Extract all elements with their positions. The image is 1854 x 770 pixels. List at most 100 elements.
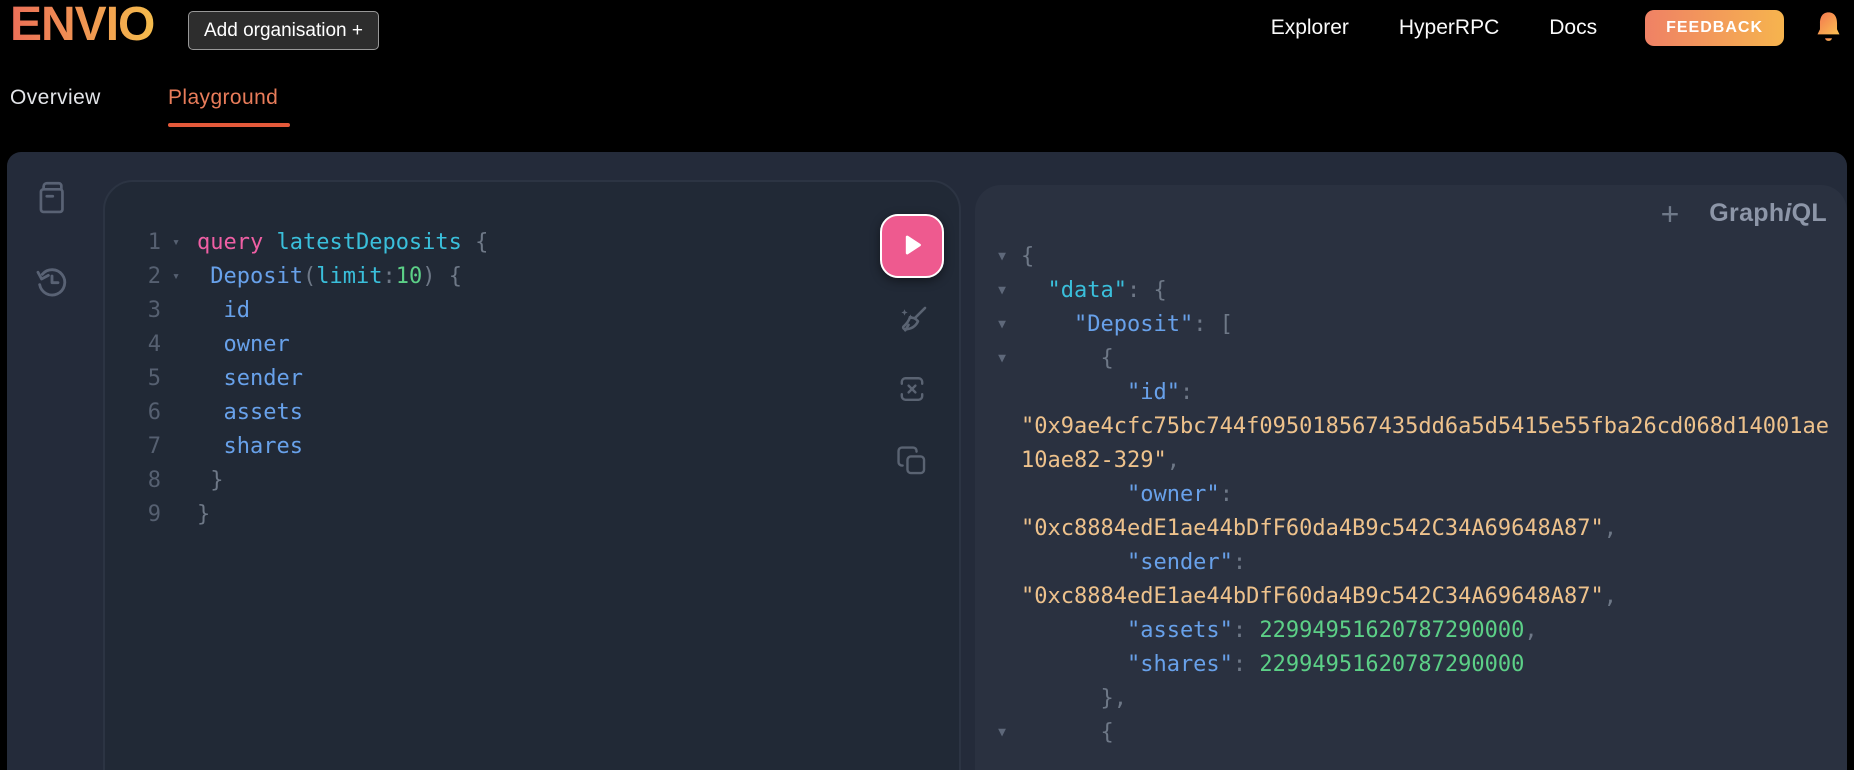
fold-arrow-icon	[989, 444, 1015, 478]
code-text: sender	[223, 366, 303, 391]
docs-explorer-button[interactable]	[33, 178, 71, 218]
fold-arrow-icon	[161, 294, 191, 328]
response-header: + GraphiQL	[975, 185, 1847, 230]
fold-arrow-icon[interactable]: ▼	[989, 716, 1015, 750]
fold-arrow-icon	[989, 478, 1015, 512]
code-line: 1 ▾ query latestDeposits {	[117, 226, 489, 260]
line-number: 3	[147, 298, 161, 323]
line-number: 5	[147, 366, 161, 391]
response-viewer: ▼{▼ "data": {▼ "Deposit": [▼ { "id": "0x9…	[975, 240, 1847, 750]
tab-playground[interactable]: Playground	[168, 86, 278, 110]
code-text: "id":	[1021, 380, 1194, 405]
envio-logo[interactable]: ENVIO	[10, 0, 155, 52]
fold-arrow-icon[interactable]: ▼	[989, 240, 1015, 274]
code-text: "0x9ae4cfc75bc744f095018567435dd6a5d5415…	[1021, 414, 1829, 439]
code-line: "id":	[989, 376, 1847, 410]
graphiql-logo-graph: Graph	[1709, 199, 1785, 227]
code-line: 4 owner	[117, 328, 488, 362]
line-number: 1	[147, 230, 161, 255]
code-text: {	[1021, 346, 1114, 371]
code-text: "sender":	[1021, 550, 1247, 575]
fold-arrow-icon	[989, 648, 1015, 682]
code-line: ▼ "data": {	[989, 274, 1847, 308]
code-line: 3 id	[117, 294, 488, 328]
feedback-button[interactable]: FEEDBACK	[1645, 10, 1784, 46]
fold-arrow-icon[interactable]: ▾	[161, 260, 191, 294]
editor-toolbar	[879, 214, 945, 478]
docs-book-icon	[33, 181, 71, 221]
fold-arrow-icon[interactable]: ▼	[989, 274, 1015, 308]
fold-arrow-icon[interactable]: ▼	[989, 342, 1015, 376]
playground-container: 1 ▾ query latestDeposits {2 ▾ Deposit(limit…	[7, 152, 1847, 770]
code-text: Deposit(limit:10) {	[210, 264, 462, 289]
tab-overview[interactable]: Overview	[10, 86, 101, 110]
response-panel: + GraphiQL ▼{▼ "data": {▼ "Deposit": [▼ …	[975, 185, 1847, 770]
fold-arrow-icon	[161, 396, 191, 430]
execute-query-button[interactable]	[880, 214, 944, 278]
play-icon	[899, 231, 925, 262]
code-line: "sender":	[989, 546, 1847, 580]
graphiql-logo-i: i	[1784, 199, 1792, 227]
fold-arrow-icon	[989, 682, 1015, 716]
add-organisation-button[interactable]: Add organisation +	[188, 11, 379, 50]
page: ENVIO Add organisation + Explorer HyperR…	[0, 0, 1854, 770]
code-line: "owner":	[989, 478, 1847, 512]
code-text: "0xc8884edE1ae44bDfF60da4B9c542C34A69648…	[1021, 516, 1618, 541]
code-text: },	[1021, 686, 1127, 711]
line-number: 6	[147, 400, 161, 425]
fold-arrow-icon	[161, 328, 191, 362]
fold-arrow-icon	[161, 430, 191, 464]
fold-arrow-icon[interactable]: ▼	[989, 308, 1015, 342]
notification-bell-button[interactable]	[1813, 10, 1844, 47]
code-text: {	[1021, 244, 1035, 269]
code-line: ▼ "Deposit": [	[989, 308, 1847, 342]
code-text: "shares": 22994951620787290000	[1021, 652, 1525, 677]
graphiql-logo-ql: QL	[1791, 199, 1827, 227]
code-text: "Deposit": [	[1073, 312, 1233, 337]
code-text: shares	[223, 434, 303, 459]
code-line: 6 assets	[117, 396, 488, 430]
code-line: 7 shares	[117, 430, 488, 464]
fold-arrow-icon	[989, 580, 1015, 614]
code-line: ▼{	[989, 240, 1847, 274]
history-button[interactable]	[31, 262, 71, 302]
query-editor[interactable]: 1 ▾ query latestDeposits {2 ▾ Deposit(limit…	[117, 226, 489, 532]
code-line: "0xc8884edE1ae44bDfF60da4B9c542C34A69648…	[989, 580, 1847, 614]
line-number: 9	[147, 502, 161, 527]
code-line: "assets": 22994951620787290000,	[989, 614, 1847, 648]
add-tab-button[interactable]: +	[1661, 198, 1680, 230]
code-text: assets	[223, 400, 303, 425]
code-text: query latestDeposits {	[197, 230, 489, 255]
nav-explorer[interactable]: Explorer	[1271, 16, 1349, 40]
code-line: 9}	[117, 498, 488, 532]
active-tab-underline	[168, 123, 290, 127]
merge-brackets-icon	[895, 377, 929, 409]
fold-arrow-icon	[989, 546, 1015, 580]
prettify-query-button[interactable]	[894, 303, 930, 339]
bell-icon	[1813, 11, 1844, 50]
code-line: 10ae82-329",	[989, 444, 1847, 478]
copy-icon	[895, 446, 929, 481]
graphiql-logo: GraphiQL	[1709, 199, 1827, 228]
code-line: "0xc8884edE1ae44bDfF60da4B9c542C34A69648…	[989, 512, 1847, 546]
nav-docs[interactable]: Docs	[1549, 16, 1597, 40]
code-text: }	[197, 468, 224, 493]
code-text: }	[197, 502, 211, 527]
merge-fragments-button[interactable]	[895, 372, 929, 406]
line-number: 8	[147, 468, 161, 493]
query-editor-panel: 1 ▾ query latestDeposits {2 ▾ Deposit(limit…	[103, 180, 961, 770]
code-line: ▼ {	[989, 716, 1847, 750]
nav-hyperrpc[interactable]: HyperRPC	[1399, 16, 1499, 40]
fold-arrow-icon	[989, 614, 1015, 648]
fold-arrow-icon	[161, 362, 191, 396]
line-number: 4	[147, 332, 161, 357]
code-text: {	[1021, 720, 1114, 745]
code-line: ▼ {	[989, 342, 1847, 376]
code-text: "0xc8884edE1ae44bDfF60da4B9c542C34A69648…	[1021, 584, 1618, 609]
code-line: 8 }	[117, 464, 488, 498]
fold-arrow-icon[interactable]: ▾	[161, 226, 191, 260]
fold-arrow-icon	[161, 498, 191, 532]
code-line: 5 sender	[117, 362, 488, 396]
copy-query-button[interactable]	[895, 444, 929, 478]
code-text: id	[223, 298, 251, 323]
